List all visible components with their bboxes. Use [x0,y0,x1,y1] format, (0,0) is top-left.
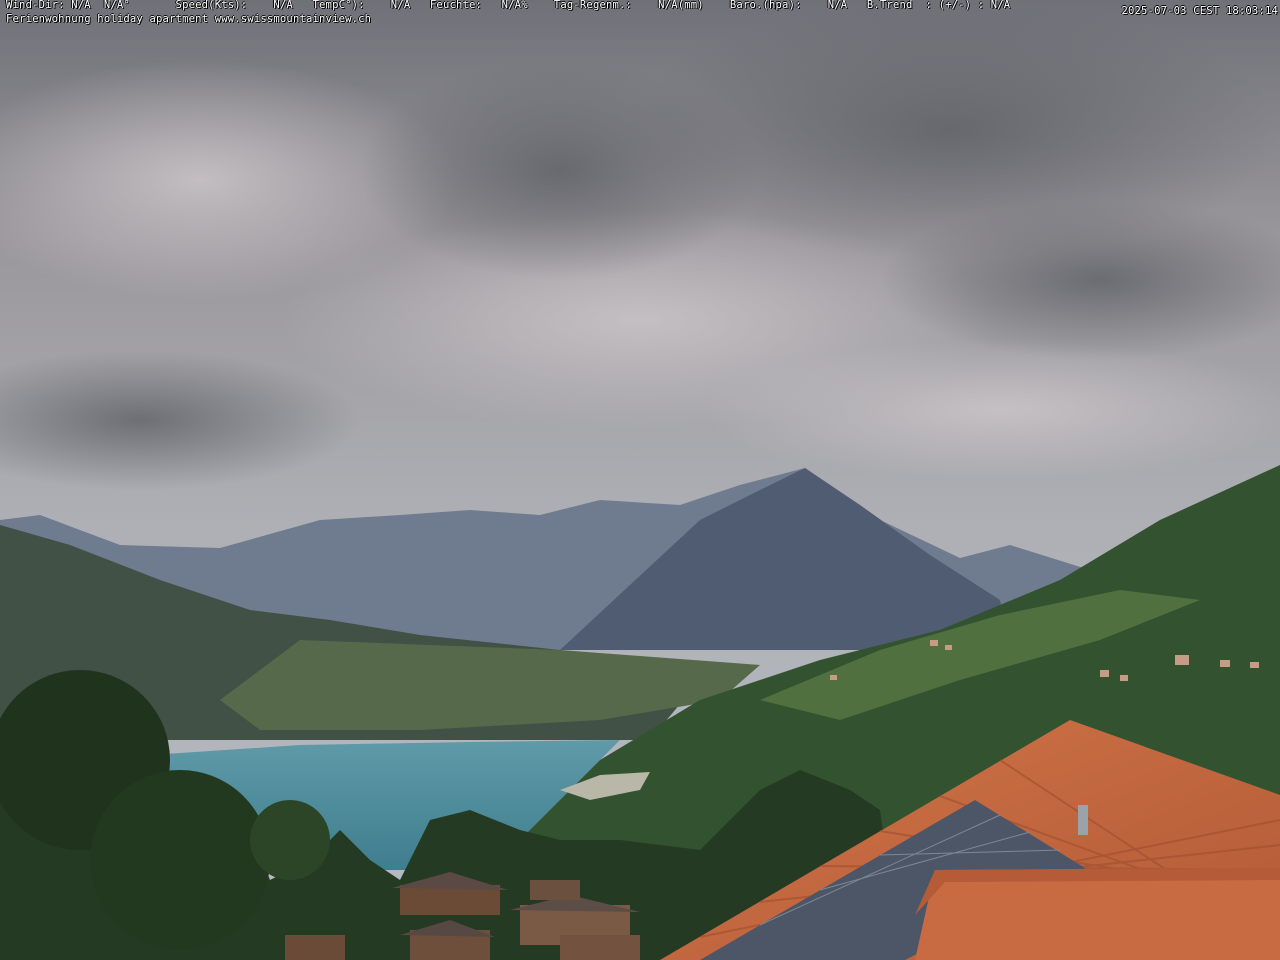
timestamp: 2025-07-03 CEST 18:03:14 [1121,5,1278,17]
weather-readout: Wind-Dir: N/A N/A° Speed(Kts): N/A TempC… [6,0,1011,11]
chimney [1078,805,1088,835]
cloud [700,340,1280,480]
tree-canopy [250,800,330,880]
webcam-overlay: Wind-Dir: N/A N/A° Speed(Kts): N/A TempC… [0,0,1280,26]
caption-text: Ferienwohnung holiday apartment www.swis… [6,13,372,25]
tree-canopy [90,770,270,950]
webcam-image [0,0,1280,960]
